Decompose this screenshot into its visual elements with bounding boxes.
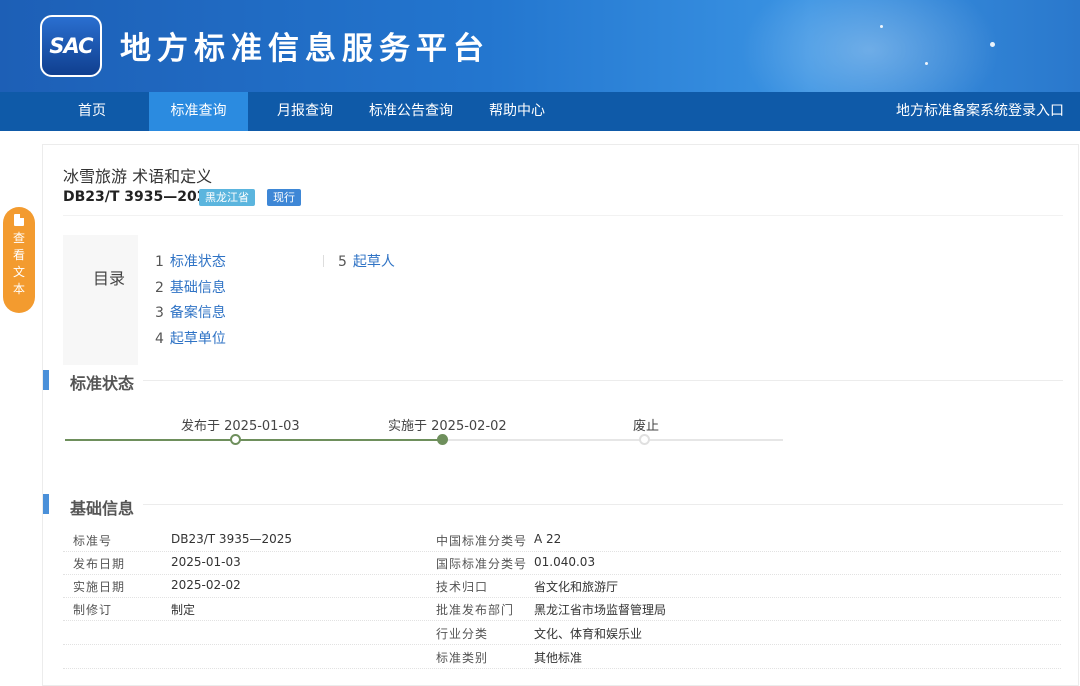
info-row: 制修订 制定 批准发布部门 黑龙江省市场监督管理局 [63, 597, 1061, 621]
info-key: 实施日期 [73, 580, 126, 594]
info-key: 国际标准分类号 [436, 557, 528, 571]
info-value: 其他标准 [534, 651, 583, 665]
timeline-dot-publish [230, 434, 241, 445]
info-key: 标准号 [73, 534, 113, 548]
status-badge: 现行 [267, 189, 301, 206]
view-text-tab[interactable]: 查 看 文 本 [3, 207, 35, 313]
nav-item-home[interactable]: 首页 [52, 92, 132, 131]
header-star [880, 25, 883, 28]
document-icon [14, 214, 24, 226]
timeline-remaining-track [443, 439, 783, 441]
info-key: 批准发布部门 [436, 603, 515, 617]
nav-item-help-center[interactable]: 帮助中心 [477, 92, 557, 131]
toc-link-drafting-unit[interactable]: 4 起草单位 [155, 328, 226, 348]
info-value: A 22 [534, 532, 562, 546]
toc-link-basic-info[interactable]: 2 基础信息 [155, 277, 226, 297]
info-value: 文化、体育和娱乐业 [534, 627, 643, 641]
view-text-char: 查 [12, 231, 25, 245]
nav-item-standard-search[interactable]: 标准查询 [149, 92, 248, 131]
view-text-char: 看 [12, 248, 25, 262]
nav-item-monthly-report[interactable]: 月报查询 [265, 92, 345, 131]
standard-code: DB23/T 3935—2025 [63, 189, 217, 205]
timeline-dot-abolish [639, 434, 650, 445]
view-text-char: 文 [12, 265, 25, 279]
header-star [925, 62, 928, 65]
section-marker [43, 370, 49, 390]
toc-label: 目录 [93, 269, 126, 288]
info-row: 标准号 DB23/T 3935—2025 中国标准分类号 A 22 [63, 528, 1061, 552]
info-value: 省文化和旅游厅 [534, 580, 619, 594]
info-key: 标准类别 [436, 651, 489, 665]
timeline-progress-track [65, 439, 443, 441]
info-key: 技术归口 [436, 580, 489, 594]
header-star [990, 42, 995, 47]
section-title-basic-info: 基础信息 [70, 499, 135, 518]
section-divider [143, 380, 1063, 381]
toc-link-filing-info[interactable]: 3 备案信息 [155, 302, 226, 322]
info-value: 黑龙江省市场监督管理局 [534, 603, 667, 617]
region-badge: 黑龙江省 [199, 189, 255, 206]
info-key: 发布日期 [73, 557, 126, 571]
site-title: 地方标准信息服务平台 [120, 31, 490, 67]
header-glow [740, 0, 1000, 92]
filing-system-login-link[interactable]: 地方标准备案系统登录入口 [896, 92, 1064, 131]
toc-box [63, 235, 138, 365]
info-key: 中国标准分类号 [436, 534, 528, 548]
section-divider [143, 504, 1063, 505]
info-key: 行业分类 [436, 627, 489, 641]
timeline-label-implement: 实施于 2025-02-02 [388, 419, 507, 434]
standard-title: 冰雪旅游 术语和定义 [63, 167, 213, 186]
toc-link-status[interactable]: 1 标准状态 [155, 251, 226, 271]
toc-link-drafters[interactable]: 5 起草人 [338, 251, 395, 271]
sac-logo[interactable]: SAC [40, 15, 102, 77]
timeline-label-publish: 发布于 2025-01-03 [181, 419, 300, 434]
divider [63, 215, 1063, 216]
timeline-label-abolish: 废止 [633, 419, 660, 434]
info-row: 行业分类 文化、体育和娱乐业 [63, 621, 1061, 645]
section-marker [43, 494, 49, 514]
info-row: 标准类别 其他标准 [63, 645, 1061, 669]
info-value: 制定 [171, 603, 196, 617]
info-value: 2025-01-03 [171, 555, 241, 569]
timeline-dot-implement [437, 434, 448, 445]
view-text-char: 本 [12, 282, 25, 296]
info-value: 2025-02-02 [171, 578, 241, 592]
main-nav: 首页 标准查询 月报查询 标准公告查询 帮助中心 地方标准备案系统登录入口 [0, 92, 1080, 131]
info-row: 实施日期 2025-02-02 技术归口 省文化和旅游厅 [63, 574, 1061, 598]
info-value: 01.040.03 [534, 555, 596, 569]
info-row: 发布日期 2025-01-03 国际标准分类号 01.040.03 [63, 551, 1061, 575]
info-value: DB23/T 3935—2025 [171, 532, 293, 546]
toc-divider [323, 255, 324, 267]
standard-detail-panel: 冰雪旅游 术语和定义 DB23/T 3935—2025 黑龙江省 现行 目录 1… [42, 144, 1079, 686]
site-header: SAC 地方标准信息服务平台 [0, 0, 1080, 92]
nav-item-announcement-search[interactable]: 标准公告查询 [362, 92, 460, 131]
section-title-status: 标准状态 [70, 374, 135, 393]
info-key: 制修订 [73, 603, 113, 617]
